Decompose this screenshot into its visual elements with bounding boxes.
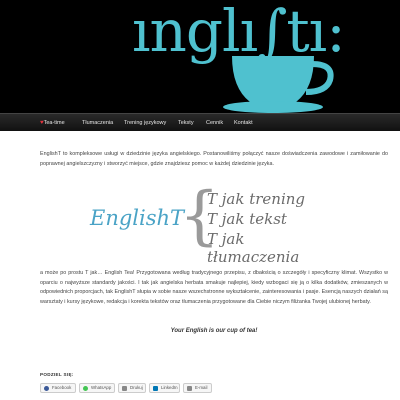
nav-item-cennik[interactable]: Cennik [206,114,223,132]
nav-item-trening[interactable]: Trening językowy [124,114,166,132]
share-title: PODZIEL SIĘ: [40,372,74,377]
banner-line: T jak tłumaczenia [207,230,300,266]
share-linkedin-button[interactable]: LinkedIn [149,383,180,393]
englisht-banner: EnglishT { T jak trening T jak tekst T j… [90,184,330,266]
body-section: a może po prostu T jak… English Tea! Prz… [40,269,388,307]
teacup-icon [223,56,334,113]
body-paragraph: a może po prostu T jak… English Tea! Prz… [40,270,388,305]
nav-item-tea-time[interactable]: ♥Tea-time [40,114,65,132]
linkedin-icon [153,386,158,391]
share-print-button[interactable]: Drukuj [118,383,146,393]
printer-icon [122,386,127,391]
share-whatsapp-button[interactable]: WhatsApp [79,383,115,393]
intro-paragraph: EnglishT to kompleksowe usługi w dziedzi… [40,151,388,167]
share-facebook-button[interactable]: Facebook [40,383,76,393]
share-email-button[interactable]: E-mail [183,383,212,393]
site-logo[interactable]: ınglı∫tı: [132,2,346,60]
banner-brand: EnglishT [90,206,185,230]
banner-line: T jak trening [207,190,306,208]
nav-item-teksty[interactable]: Teksty [178,114,194,132]
whatsapp-icon [83,386,88,391]
intro-section: EnglishT to kompleksowe usługi w dziedzi… [40,150,388,169]
slogan: Your English is our cup of tea! [170,328,258,334]
nav-item-kontakt[interactable]: Kontakt [234,114,253,132]
facebook-icon [44,386,49,391]
banner-line: T jak tekst [207,210,287,228]
nav-item-tlumaczenia[interactable]: Tłumaczenia [82,114,113,132]
mail-icon [187,386,192,391]
main-nav: ♥Tea-time Tłumaczenia Trening językowy T… [0,113,400,131]
site-header: ınglı∫tı: [0,0,400,113]
